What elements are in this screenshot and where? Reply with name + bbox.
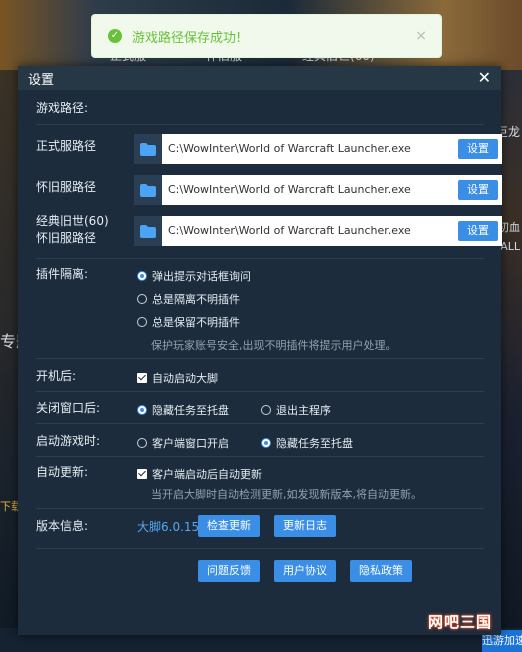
radio-selected[interactable] [261,438,271,448]
path-label-vanilla: 经典旧世(60) [36,214,109,228]
user-agreement-button[interactable]: 用户协议 [274,560,336,582]
launch-game-label: 启动游戏时: [36,434,101,448]
path-value: C:\WowInter\World of Warcraft Launcher.e… [168,183,411,196]
check-update-button[interactable]: 检查更新 [198,515,260,537]
launch-option-tray[interactable]: 隐藏任务至托盘 [261,435,353,451]
plugin-isolation-label: 插件隔离: [36,267,89,281]
path-input-retail[interactable]: C:\WowInter\World of Warcraft Launcher.e… [162,134,502,164]
plugin-hint: 保护玩家账号安全,出现不明插件将提示用户处理。 [151,339,397,352]
option-label: 客户端启动后自动更新 [152,468,262,481]
path-label-vanilla-2: 怀旧服路径 [36,231,97,245]
divider [36,358,484,359]
option-label: 客户端窗口开启 [152,437,229,450]
success-toast: ✓ 游戏路径保存成功! × [91,14,442,58]
privacy-policy-button[interactable]: 隐私政策 [350,560,412,582]
path-row-retail: C:\WowInter\World of Warcraft Launcher.e… [134,134,502,164]
update-log-button[interactable]: 更新日志 [274,515,336,537]
toast-message: 游戏路径保存成功! [132,30,242,46]
launch-option-window[interactable]: 客户端窗口开启 [137,435,229,451]
option-label: 弹出提示对话框询问 [152,270,251,283]
path-row-vanilla: C:\WowInter\World of Warcraft Launcher.e… [134,216,502,246]
checkbox-checked[interactable] [137,469,147,479]
success-check-icon: ✓ [108,29,122,43]
radio-selected[interactable] [137,405,147,415]
plugin-option-ask[interactable]: 弹出提示对话框询问 [137,268,251,284]
divider [36,423,484,424]
plugin-option-keep[interactable]: 总是保留不明插件 [137,314,240,330]
close-option-tray[interactable]: 隐藏任务至托盘 [137,402,229,418]
path-input-classic[interactable]: C:\WowInter\World of Warcraft Launcher.e… [162,175,502,205]
set-path-button[interactable]: 设置 [458,221,498,241]
auto-update-checkbox[interactable]: 客户端启动后自动更新 [137,466,262,482]
background-text: 下载 [0,500,20,513]
folder-icon[interactable] [134,216,162,246]
folder-icon[interactable] [134,175,162,205]
plugin-option-isolate[interactable]: 总是隔离不明插件 [137,291,240,307]
background-text: 专题 [0,332,20,351]
close-icon[interactable]: ✕ [478,66,491,90]
set-path-button[interactable]: 设置 [458,139,498,159]
option-label: 自动启动大脚 [152,372,218,385]
path-row-classic: C:\WowInter\World of Warcraft Launcher.e… [134,175,502,205]
close-window-label: 关闭窗口后: [36,401,101,415]
watermark-logo: 网吧三国 [427,613,492,631]
radio-unselected[interactable] [137,317,147,327]
auto-update-label: 自动更新: [36,465,89,479]
set-path-button[interactable]: 设置 [458,180,498,200]
option-label: 总是隔离不明插件 [152,293,240,306]
dialog-header: 设置 ✕ [18,66,501,90]
settings-dialog: 设置 ✕ 游戏路径: 正式服路径 C:\WowInter\World of Wa… [18,66,502,635]
divider [36,391,484,392]
option-label: 退出主程序 [276,404,331,417]
divider [36,548,484,549]
auto-start-checkbox[interactable]: 自动启动大脚 [137,370,218,386]
feedback-button[interactable]: 问题反馈 [198,560,260,582]
dialog-title: 设置 [28,72,55,88]
divider [36,456,484,457]
path-input-vanilla[interactable]: C:\WowInter\World of Warcraft Launcher.e… [162,216,502,246]
checkbox-checked[interactable] [137,373,147,383]
path-label-classic: 怀旧服路径 [36,180,97,194]
startup-label: 开机后: [36,369,77,383]
background-text: ALL [500,240,520,253]
radio-unselected[interactable] [261,405,271,415]
divider [36,258,484,259]
option-label: 隐藏任务至托盘 [152,404,229,417]
toast-close-icon[interactable]: × [415,28,427,44]
version-value: 大脚6.0.15 [137,520,200,534]
option-label: 总是保留不明插件 [152,316,240,329]
game-path-heading: 游戏路径: [36,101,89,115]
path-value: C:\WowInter\World of Warcraft Launcher.e… [168,224,411,237]
auto-update-hint: 当开启大脚时自动检测更新,如发现新版本,将自动更新。 [151,488,422,501]
radio-unselected[interactable] [137,294,147,304]
divider [36,124,484,125]
radio-unselected[interactable] [137,438,147,448]
option-label: 隐藏任务至托盘 [276,437,353,450]
radio-selected[interactable] [137,271,147,281]
path-label-retail: 正式服路径 [36,139,97,153]
folder-icon[interactable] [134,134,162,164]
close-option-exit[interactable]: 退出主程序 [261,402,331,418]
divider [36,508,484,509]
path-value: C:\WowInter\World of Warcraft Launcher.e… [168,142,411,155]
version-label: 版本信息: [36,519,89,533]
